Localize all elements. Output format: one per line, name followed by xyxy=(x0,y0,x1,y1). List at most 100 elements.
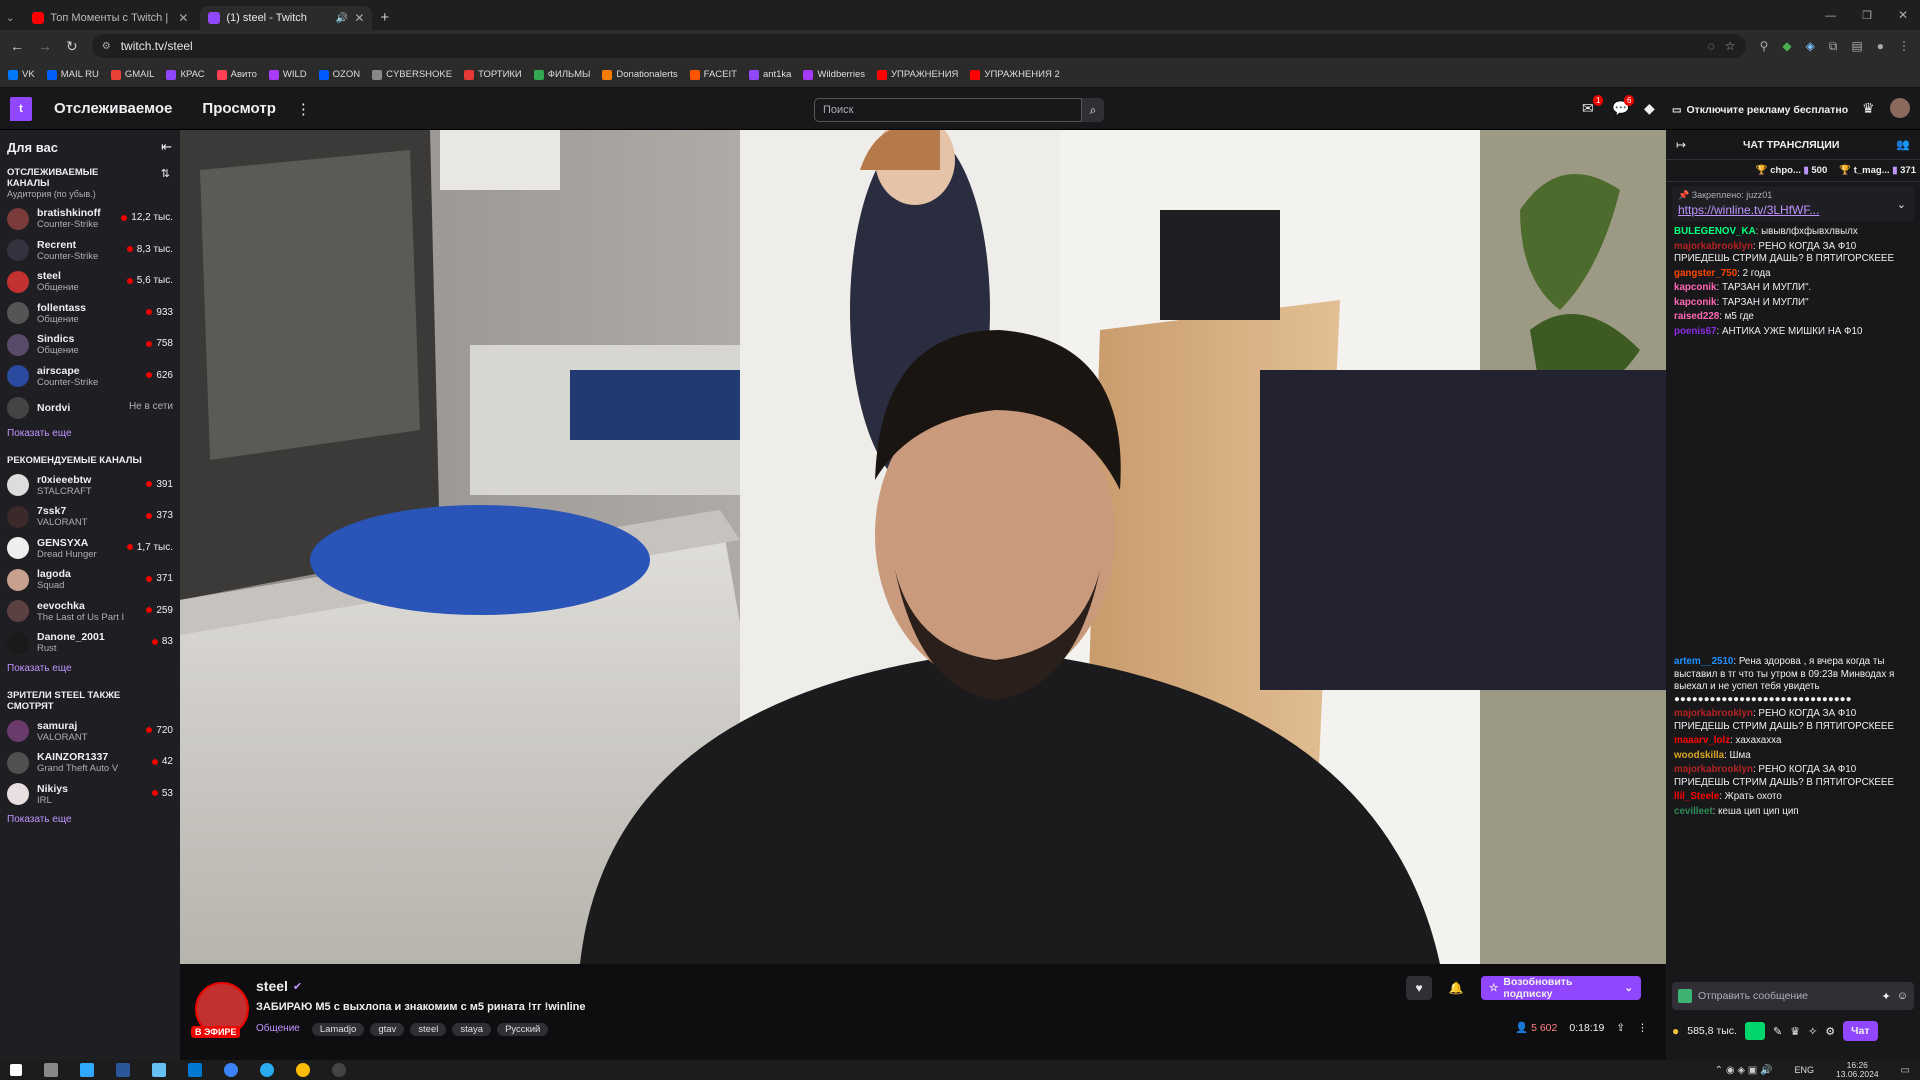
chat-message[interactable]: poenis67: АНТИКА УЖЕ МИШКИ НА Ф10 xyxy=(1666,325,1920,340)
chat-message[interactable]: llil_Steele: Жрать охото xyxy=(1666,790,1920,805)
bookmark-item[interactable]: MAIL RU xyxy=(46,69,99,80)
chat-users-icon[interactable]: 👥 xyxy=(1896,138,1910,151)
settings-gear-icon[interactable]: ⚙ xyxy=(1825,1025,1835,1038)
speaker-icon[interactable]: 🔊 xyxy=(336,13,348,24)
chat-message[interactable]: majorkabrooklyn: РЕНО КОГДА ЗА Ф10 ПРИЕД… xyxy=(1666,240,1920,267)
task-view-icon[interactable] xyxy=(44,1063,58,1077)
leaderboard-entry[interactable]: 🏆 t_mag... ▮ 371 xyxy=(1839,165,1916,176)
leaderboard-entry[interactable]: 🏆 chpo... ▮ 500 xyxy=(1756,165,1827,176)
telegram-icon[interactable] xyxy=(260,1063,274,1077)
chevron-down-icon[interactable]: ⌄ xyxy=(1897,198,1906,211)
new-tab-icon[interactable]: + xyxy=(380,9,389,26)
show-more-link[interactable]: Показать еще xyxy=(7,814,180,825)
extensions-puzzle-icon[interactable]: ⧉ xyxy=(1829,39,1838,54)
user-avatar[interactable] xyxy=(1890,98,1910,118)
show-more-link[interactable]: Показать еще xyxy=(7,663,180,674)
chat-username[interactable]: majorkabrooklyn xyxy=(1674,708,1753,719)
bookmark-item[interactable]: ТОРТИКИ xyxy=(464,69,522,80)
menu-dots-icon[interactable]: ⋮ xyxy=(1898,39,1910,53)
site-info-icon[interactable]: ⚙ xyxy=(102,41,111,52)
category-link[interactable]: Общение xyxy=(256,1023,300,1034)
bookmark-item[interactable]: КРАС xyxy=(166,69,205,80)
eye-off-icon[interactable]: ◌ xyxy=(1708,39,1715,53)
channel-points-icon[interactable]: ● xyxy=(1672,1024,1679,1038)
sidebar-channel-samuraj[interactable]: samuraj VALORANT 720 xyxy=(0,716,180,748)
bookmark-item[interactable]: ФИЛЬМЫ xyxy=(533,69,590,80)
sidebar-channel-airscape[interactable]: airscape Counter-Strike 626 xyxy=(0,361,180,393)
bookmark-item[interactable]: VK xyxy=(8,69,35,80)
chat-message[interactable]: kapconik: ТАРЗАН И МУГЛИ" xyxy=(1666,296,1920,311)
sidebar-channel-gensyxa[interactable]: GENSYXA Dread Hunger 1,7 тыс. xyxy=(0,533,180,565)
sidebar-channel-7ssk7[interactable]: 7ssk7 VALORANT 373 xyxy=(0,501,180,533)
keyboard-language[interactable]: ENG xyxy=(1794,1065,1814,1075)
sidebar-channel-kainzor1337[interactable]: KAINZOR1337 Grand Theft Auto V 42 xyxy=(0,747,180,779)
tag[interactable]: steel xyxy=(410,1023,447,1036)
bookmark-item[interactable]: ant1ka xyxy=(748,69,791,80)
maximize-icon[interactable]: ❐ xyxy=(1862,9,1872,22)
sidebar-channel-bratishkinoff[interactable]: bratishkinoff Counter-Strike 12,2 тыс. xyxy=(0,203,180,235)
bookmark-item[interactable]: УПРАЖНЕНИЯ xyxy=(876,69,958,80)
sidebar-channel-nikiys[interactable]: Nikiys IRL 53 xyxy=(0,779,180,811)
chat-message[interactable]: BULEGENOV_KA: ывывлфхфывхлвылх xyxy=(1666,225,1920,240)
browser-tab-1[interactable]: Топ Моменты с Twitch | Попы… ✕ xyxy=(24,6,197,30)
chat-username[interactable]: llil_Steele xyxy=(1674,791,1719,802)
bookmark-item[interactable]: Авито xyxy=(216,69,257,80)
bookmark-item[interactable]: OZON xyxy=(318,69,360,80)
chat-button[interactable]: Чат xyxy=(1843,1021,1878,1041)
chat-username[interactable]: kapconik xyxy=(1674,282,1716,293)
chat-message[interactable]: majorkabrooklyn: РЕНО КОГДА ЗА Ф10 ПРИЕД… xyxy=(1666,707,1920,734)
obs-icon[interactable] xyxy=(332,1063,346,1077)
chat-message[interactable]: kapconik: ТАРЗАН И МУГЛИ". xyxy=(1666,281,1920,296)
sidepanel-icon[interactable]: ▤ xyxy=(1851,39,1862,53)
close-window-icon[interactable]: ✕ xyxy=(1898,8,1908,22)
share-icon[interactable]: ⇪ xyxy=(1616,1022,1625,1034)
notifications-icon[interactable]: ▭ xyxy=(1901,1065,1910,1076)
sort-icon[interactable]: ⇅ xyxy=(161,167,170,189)
more-options-icon[interactable]: ⋮ xyxy=(1637,1022,1648,1034)
resubscribe-button[interactable]: ☆ Возобновить подписку ⌄ xyxy=(1481,976,1641,1000)
bookmark-item[interactable]: WILD xyxy=(268,69,307,80)
browser-tab-2[interactable]: (1) steel - Twitch 🔊 ✕ xyxy=(200,6,373,30)
sidebar-channel-sindics[interactable]: Sindics Общение 758 xyxy=(0,329,180,361)
inbox-icon[interactable]: ✉ 1 xyxy=(1582,95,1604,118)
chat-message[interactable]: raised228: м5 где xyxy=(1666,310,1920,325)
crown-icon[interactable]: ◆ xyxy=(1644,100,1655,117)
start-windows-icon[interactable] xyxy=(10,1064,22,1076)
photoshop-icon[interactable] xyxy=(80,1063,94,1077)
badge-icon[interactable]: ✧ xyxy=(1808,1025,1817,1038)
pinned-message[interactable]: 📌 Закреплено: juzz01 https://winline.tv/… xyxy=(1672,186,1914,221)
adfree-button[interactable]: ▭ Отключите рекламу бесплатно xyxy=(1672,100,1852,120)
nav-browse[interactable]: Просмотр xyxy=(202,100,275,117)
sidebar-channel-danone_2001[interactable]: Danone_2001 Rust 83 xyxy=(0,627,180,659)
chat-message[interactable]: woodskilla: Шма xyxy=(1666,749,1920,764)
bits-icon[interactable]: ✦ xyxy=(1882,990,1891,1003)
bookmark-item[interactable]: CYBERSHOKE xyxy=(372,69,452,80)
chrome-icon[interactable] xyxy=(296,1063,310,1077)
sidebar-channel-follentass[interactable]: follentass Общение 933 xyxy=(0,298,180,330)
chat-username[interactable]: woodskilla xyxy=(1674,750,1724,761)
video-player[interactable] xyxy=(180,130,1666,964)
bookmark-item[interactable]: FACEIT xyxy=(689,69,737,80)
collapse-sidebar-icon[interactable]: ⇤ xyxy=(161,139,172,155)
sidebar-channel-r0xieeebtw[interactable]: r0xieeebtw STALCRAFT 391 xyxy=(0,470,180,502)
tag[interactable]: staya xyxy=(452,1023,492,1036)
bookmark-item[interactable]: Wildberries xyxy=(803,69,865,80)
notifications-bell-button[interactable]: 🔔 xyxy=(1443,976,1469,1000)
extension-icon[interactable]: ◈ xyxy=(1806,39,1815,53)
bookmark-item[interactable]: GMAIL xyxy=(110,69,154,80)
prime-icon[interactable]: ♛ xyxy=(1862,100,1875,117)
follow-heart-button[interactable]: ♥ xyxy=(1406,976,1432,1000)
close-tab-icon[interactable]: ✕ xyxy=(178,11,188,25)
sidebar-channel-lagoda[interactable]: lagoda Squad 371 xyxy=(0,564,180,596)
chat-message[interactable]: cevilleet: кеша цип цип цип xyxy=(1666,805,1920,820)
bookmark-item[interactable]: Donationalerts xyxy=(602,69,678,80)
show-more-link[interactable]: Показать еще xyxy=(7,428,180,439)
crown-icon[interactable]: ♛ xyxy=(1790,1025,1800,1038)
more-dots-icon[interactable]: ⋮ xyxy=(296,100,311,118)
chat-username[interactable]: gangster_750 xyxy=(1674,268,1737,279)
twitch-logo-icon[interactable]: t xyxy=(10,96,32,121)
collapse-chat-icon[interactable]: ↦ xyxy=(1676,138,1686,152)
pinned-link[interactable]: https://winline.tv/3LHfWF... xyxy=(1678,203,1908,217)
chat-username[interactable]: cevilleet xyxy=(1674,806,1713,817)
chat-username[interactable]: majorkabrooklyn xyxy=(1674,241,1753,252)
